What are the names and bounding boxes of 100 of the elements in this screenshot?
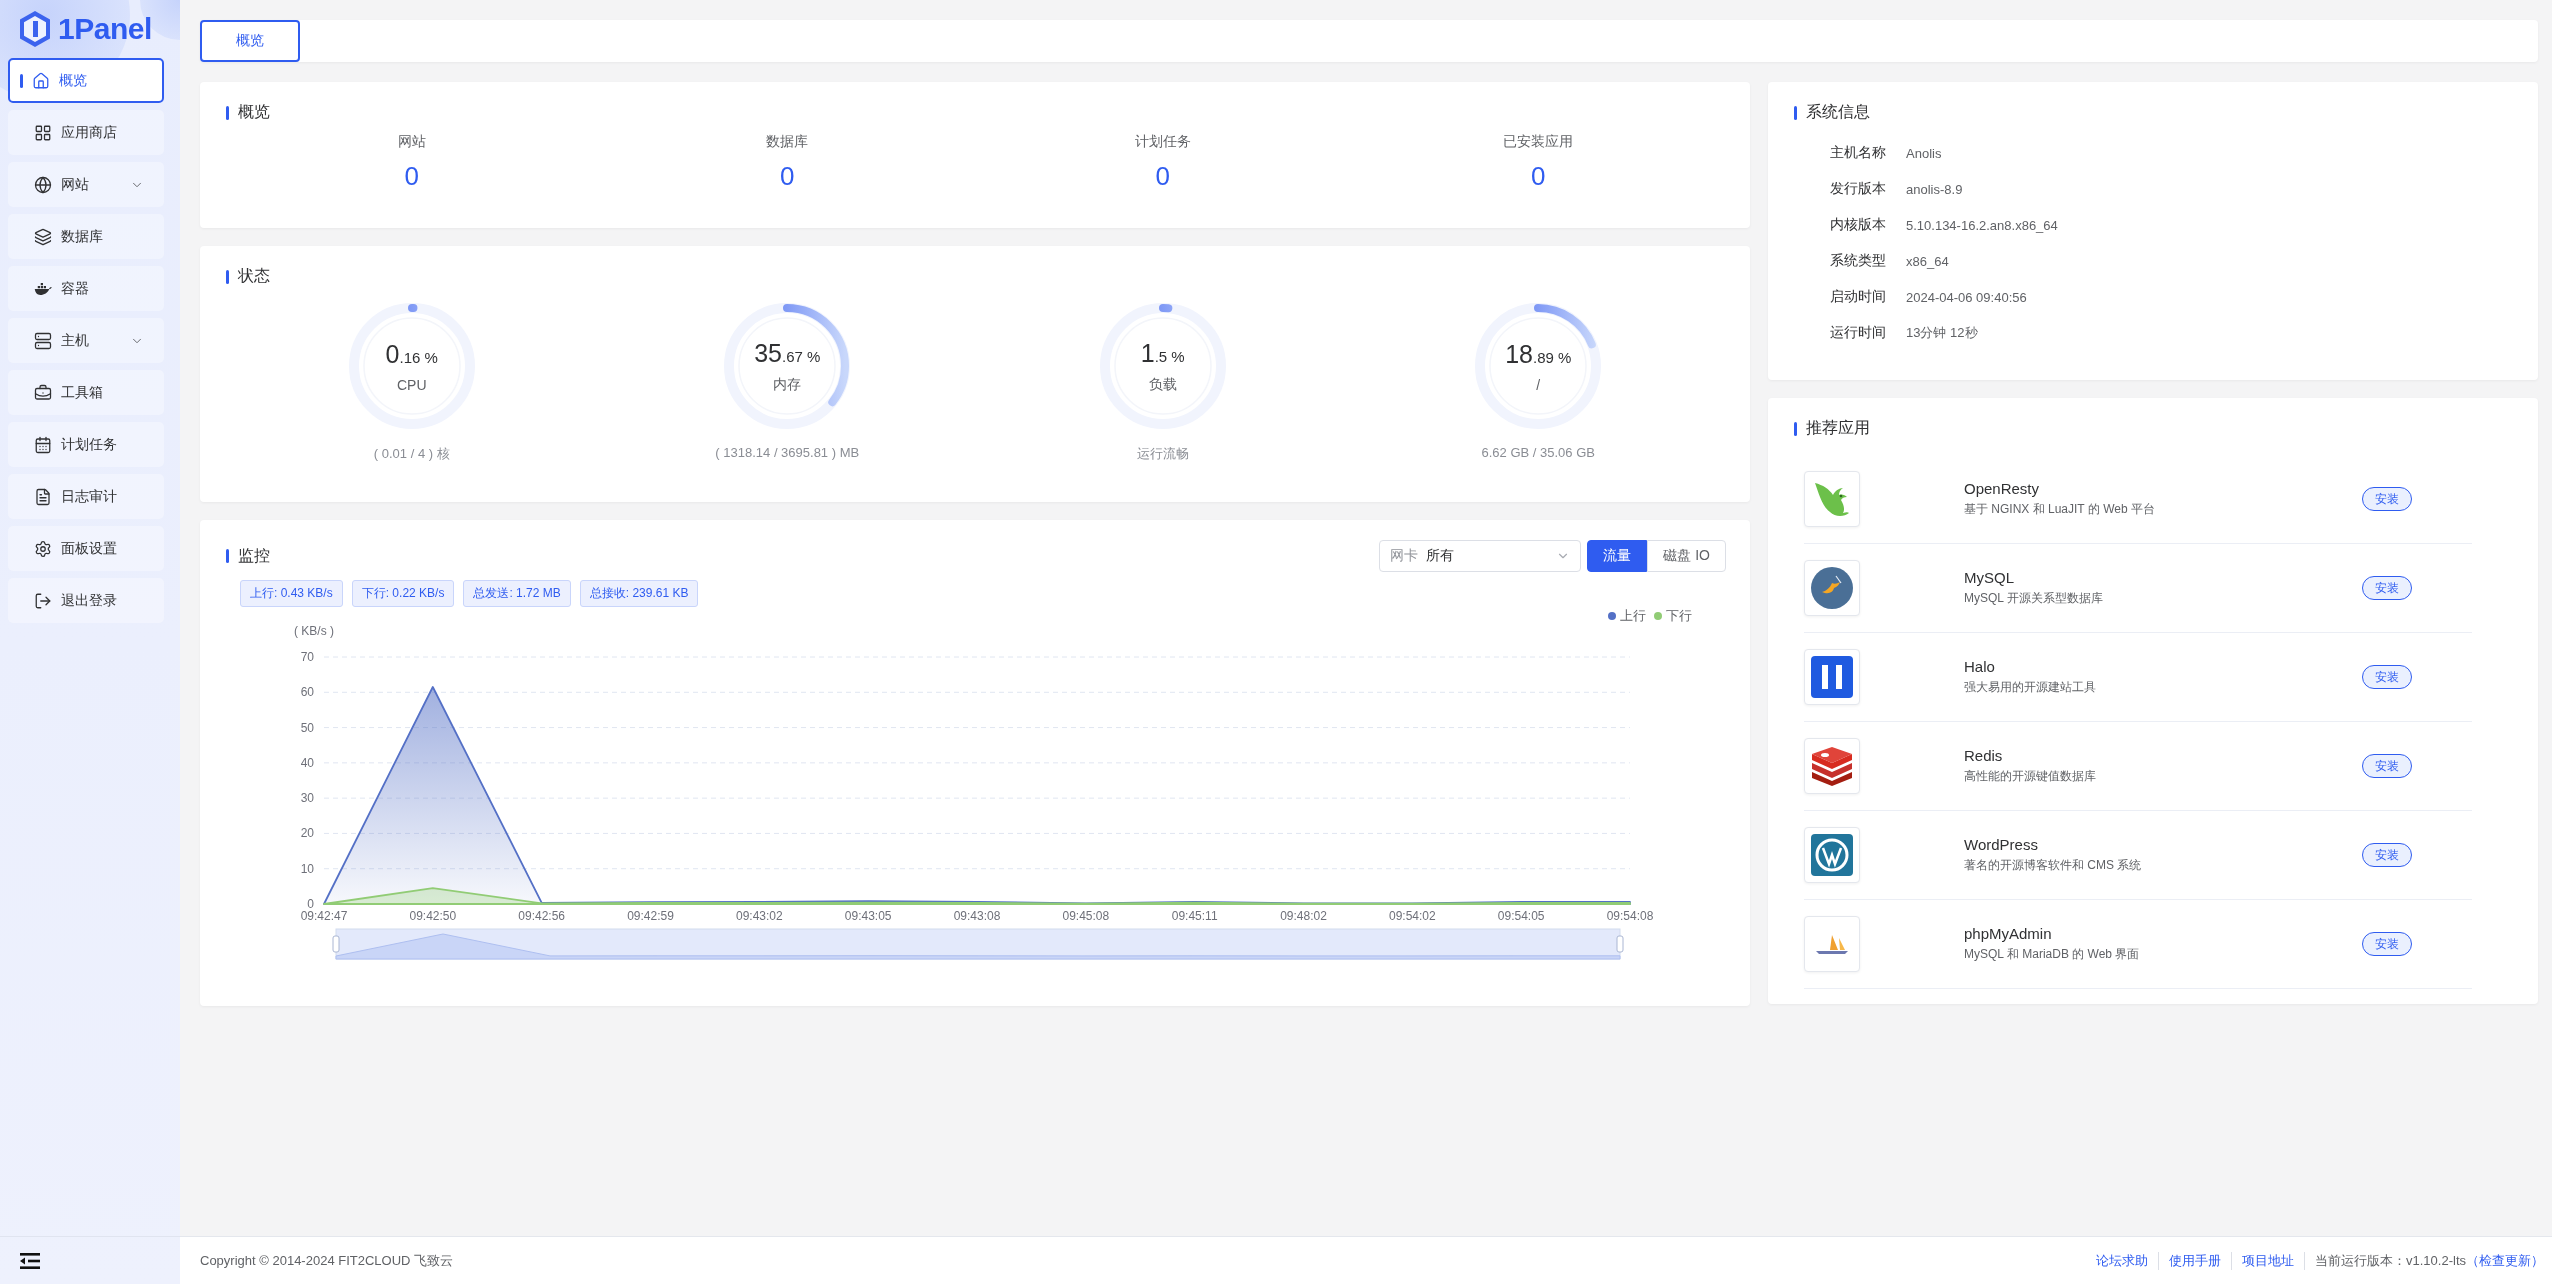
gauge-label: CPU (396, 376, 427, 393)
stat-value[interactable]: 0 (1155, 161, 1170, 192)
gauge-value: 1.5 % (1140, 338, 1185, 368)
info-value: 13分钟 12秒 (1906, 324, 1978, 342)
app-name: OpenResty (1964, 480, 2041, 497)
footer-link[interactable]: 项目地址 (2232, 1251, 2305, 1270)
app-name: Redis (1964, 747, 2004, 764)
install-button[interactable]: 安装 (2362, 754, 2412, 778)
dolphin-icon (1810, 566, 1854, 610)
legend-label: 下行 (1666, 607, 1692, 625)
stat-value[interactable]: 0 (404, 161, 419, 192)
gauge-value: 35.67 % (754, 338, 821, 368)
nav-item[interactable]: 数据库 (8, 214, 164, 259)
info-value: anolis-8.9 (1906, 181, 1963, 197)
stat-tag: 下行: 0.22 KB/s (351, 580, 455, 607)
hexagon-logo-icon (18, 10, 52, 48)
nav-item[interactable]: 应用商店 (8, 110, 164, 155)
axis-label: 09:54:02 (1388, 909, 1436, 923)
nav-item[interactable]: 工具箱 (8, 370, 164, 415)
footer-link[interactable]: 论坛求助 (2086, 1251, 2159, 1270)
app-description: MySQL 开源关系型数据库 (1964, 590, 2104, 607)
nav-item[interactable]: 面板设置 (8, 526, 164, 571)
mode-button[interactable]: 流量 (1587, 540, 1648, 572)
circle-logo-icon (1810, 833, 1854, 877)
axis-label: 20 (300, 826, 314, 841)
gauge-detail: 运行流畅 (1136, 445, 1189, 463)
card-title: 推荐应用 (1806, 418, 1870, 438)
axis-label: 60 (300, 685, 314, 700)
install-button[interactable]: 安装 (2362, 932, 2412, 956)
legend-label: 上行 (1620, 607, 1646, 625)
info-label: 发行版本 (1830, 180, 1886, 198)
whale-icon (34, 281, 52, 296)
info-label: 主机名称 (1830, 144, 1886, 162)
nic-select[interactable]: 网卡 所有 (1379, 540, 1582, 572)
axis-label: 70 (300, 650, 314, 664)
info-value: 5.10.134-16.2.an8.x86_64 (1906, 217, 2058, 233)
nav-item[interactable]: 日志审计 (8, 474, 164, 519)
info-value: 2024-04-06 09:40:56 (1906, 289, 2027, 305)
app-name: phpMyAdmin (1964, 925, 2053, 942)
page-tab[interactable]: 概览 (200, 20, 300, 62)
briefcase-icon (34, 383, 52, 402)
update-link[interactable]: （检查更新） (2466, 1251, 2544, 1270)
stat-tag: 总发送: 1.72 MB (463, 580, 571, 607)
home-icon (32, 71, 50, 90)
info-label: 系统类型 (1830, 252, 1886, 270)
app-description: 基于 NGINX 和 LuaJIT 的 Web 平台 (1964, 501, 2156, 518)
logout-icon (34, 591, 52, 610)
nav-item[interactable]: 主机 (8, 318, 164, 363)
document-icon (34, 487, 52, 506)
footer-link[interactable]: 使用手册 (2159, 1251, 2232, 1270)
app-name: MySQL (1964, 569, 2015, 586)
app-description: 强大易用的开源建站工具 (1964, 679, 2097, 696)
copyright-text: Copyright © 2014-2024 FIT2CLOUD 飞致云 (200, 1251, 454, 1270)
nav-item[interactable]: 退出登录 (8, 578, 164, 623)
install-button[interactable]: 安装 (2362, 843, 2412, 867)
stat-label: 已安装应用 (1503, 133, 1574, 151)
stat-label: 数据库 (766, 133, 809, 151)
card-title: 系统信息 (1806, 102, 1870, 122)
axis-label: 09:45:11 (1171, 909, 1218, 923)
gauge-value: 18.89 % (1505, 339, 1572, 369)
stat-label: 计划任务 (1134, 133, 1191, 151)
nav-item[interactable]: 计划任务 (8, 422, 164, 467)
card-title: 概览 (238, 102, 270, 122)
install-button[interactable]: 安装 (2362, 665, 2412, 689)
app-name: WordPress (1964, 836, 2039, 853)
axis-label: 09:48:02 (1280, 909, 1327, 923)
server-icon (34, 331, 52, 350)
info-label: 启动时间 (1830, 288, 1886, 306)
nav-item[interactable]: 网站 (8, 162, 164, 207)
install-button[interactable]: 安装 (2362, 576, 2412, 600)
gauge-label: / (1536, 376, 1541, 393)
card-title: 监控 (238, 545, 270, 566)
collapse-menu-icon[interactable] (20, 1252, 40, 1269)
stack-icon (1810, 746, 1854, 786)
info-label: 运行时间 (1830, 324, 1886, 342)
axis-label: 10 (300, 861, 314, 876)
axis-title: ( KB/s ) (294, 624, 334, 638)
info-value: x86_64 (1906, 253, 1949, 269)
axis-label: 09:42:56 (518, 909, 566, 923)
axis-label: 09:42:47 (300, 909, 348, 923)
gauge-detail: ( 0.01 / 4 ) 核 (373, 445, 450, 463)
stat-value[interactable]: 0 (780, 161, 795, 192)
stat-value[interactable]: 0 (1531, 161, 1546, 192)
mode-button[interactable]: 磁盘 IO (1647, 540, 1726, 572)
range-slider[interactable] (332, 928, 1624, 960)
axis-label: 40 (300, 755, 314, 770)
gauge-value: 0.16 % (385, 339, 438, 369)
app-name: Halo (1964, 658, 1996, 675)
layers-icon (34, 227, 52, 246)
app-description: 高性能的开源键值数据库 (1964, 768, 2097, 785)
axis-label: 09:43:05 (844, 909, 892, 923)
settings-icon (34, 539, 52, 558)
install-button[interactable]: 安装 (2362, 487, 2412, 511)
nav-item[interactable]: 概览 (8, 58, 164, 103)
square-tile-icon (1810, 655, 1854, 699)
nav-item[interactable]: 容器 (8, 266, 164, 311)
axis-label: 09:54:08 (1606, 909, 1654, 923)
axis-label: 50 (300, 720, 314, 735)
gauge-label: 内存 (773, 375, 802, 394)
stat-tag: 上行: 0.43 KB/s (240, 580, 343, 607)
